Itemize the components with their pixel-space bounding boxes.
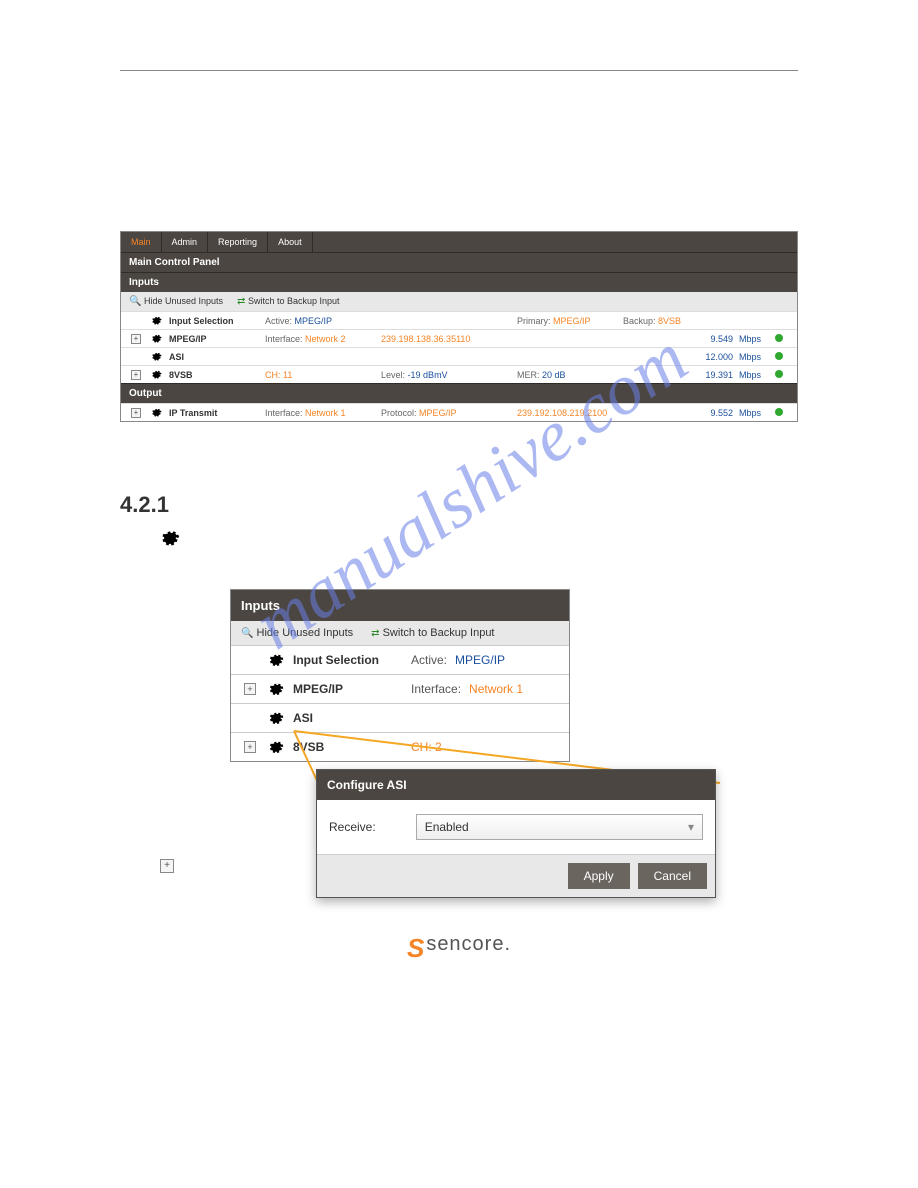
gear-icon[interactable] [267, 710, 285, 726]
gear-icon[interactable] [149, 351, 163, 362]
row-8vsb: + 8VSB CH: 11 Level: -19 dBmV MER: 20 dB… [121, 365, 797, 383]
section-number: 4.2.1 [120, 492, 918, 518]
expand-icon[interactable]: + [131, 370, 141, 380]
status-dot [775, 408, 783, 416]
logo-text: sencore. [426, 933, 511, 964]
inputs-header: Inputs [231, 590, 569, 621]
row-input-selection: Input Selection Active: MPEG/IP [231, 645, 569, 674]
switch-icon: ⇄ [371, 628, 379, 639]
gear-icon [160, 528, 180, 548]
row-input-selection: Input Selection Active: MPEG/IP Primary:… [121, 311, 797, 329]
output-header: Output [121, 383, 797, 403]
gear-icon[interactable] [149, 369, 163, 380]
hide-unused-link[interactable]: 🔍 Hide Unused Inputs [241, 627, 353, 639]
gear-icon[interactable] [267, 739, 285, 755]
para-gear [120, 528, 798, 549]
gear-icon[interactable] [267, 652, 285, 668]
configure-asi-dialog: Configure ASI Receive: Enabled ▾ Apply C… [316, 769, 716, 898]
tab-admin[interactable]: Admin [162, 232, 209, 252]
magnifier-icon: 🔍 [241, 628, 253, 639]
sencore-logo: S sencore. [0, 933, 918, 964]
row-8vsb: + 8VSB CH: 2 [231, 732, 569, 761]
inputs-toolbar: 🔍 Hide Unused Inputs ⇄ Switch to Backup … [231, 621, 569, 645]
gear-icon[interactable] [149, 407, 163, 418]
row-mpegip: + MPEG/IP Interface: Network 1 [231, 674, 569, 703]
expand-icon[interactable]: + [131, 334, 141, 344]
magnifier-icon: 🔍 [129, 296, 141, 307]
dialog-title: Configure ASI [317, 770, 715, 800]
configure-figure: Inputs 🔍 Hide Unused Inputs ⇄ Switch to … [230, 589, 688, 762]
inputs-panel-detail: Inputs 🔍 Hide Unused Inputs ⇄ Switch to … [230, 589, 570, 762]
main-control-panel: Main Admin Reporting About Main Control … [120, 231, 798, 422]
gear-icon[interactable] [267, 681, 285, 697]
tab-about[interactable]: About [268, 232, 313, 252]
panel-title: Main Control Panel [121, 252, 797, 272]
inputs-header: Inputs [121, 272, 797, 292]
row-asi: ASI [231, 703, 569, 732]
row-output: + IP Transmit Interface: Network 1 Proto… [121, 403, 797, 421]
status-dot [775, 334, 783, 342]
cancel-button[interactable]: Cancel [638, 863, 707, 889]
gear-icon[interactable] [149, 315, 163, 326]
status-dot [775, 370, 783, 378]
page-rule [120, 70, 798, 71]
hide-unused-link[interactable]: 🔍 Hide Unused Inputs [129, 296, 223, 307]
expand-icon[interactable]: + [131, 408, 141, 418]
logo-s: S [407, 933, 424, 964]
inputs-toolbar: 🔍 Hide Unused Inputs ⇄ Switch to Backup … [121, 292, 797, 311]
expand-icon: + [160, 859, 174, 873]
tab-reporting[interactable]: Reporting [208, 232, 268, 252]
expand-icon[interactable]: + [244, 741, 256, 753]
expand-icon[interactable]: + [244, 683, 256, 695]
row-mpegip: + MPEG/IP Interface: Network 2 239.198.1… [121, 329, 797, 347]
switch-backup-link[interactable]: ⇄ Switch to Backup Input [237, 296, 339, 307]
apply-button[interactable]: Apply [568, 863, 630, 889]
switch-icon: ⇄ [237, 296, 245, 307]
status-dot [775, 352, 783, 360]
chevron-down-icon: ▾ [688, 820, 694, 834]
tab-bar: Main Admin Reporting About [121, 232, 797, 252]
tab-main[interactable]: Main [121, 232, 162, 252]
switch-backup-link[interactable]: ⇄ Switch to Backup Input [371, 627, 494, 639]
receive-select[interactable]: Enabled ▾ [416, 814, 703, 840]
gear-icon[interactable] [149, 333, 163, 344]
row-asi: ASI 12.000 Mbps [121, 347, 797, 365]
receive-label: Receive: [329, 820, 376, 834]
